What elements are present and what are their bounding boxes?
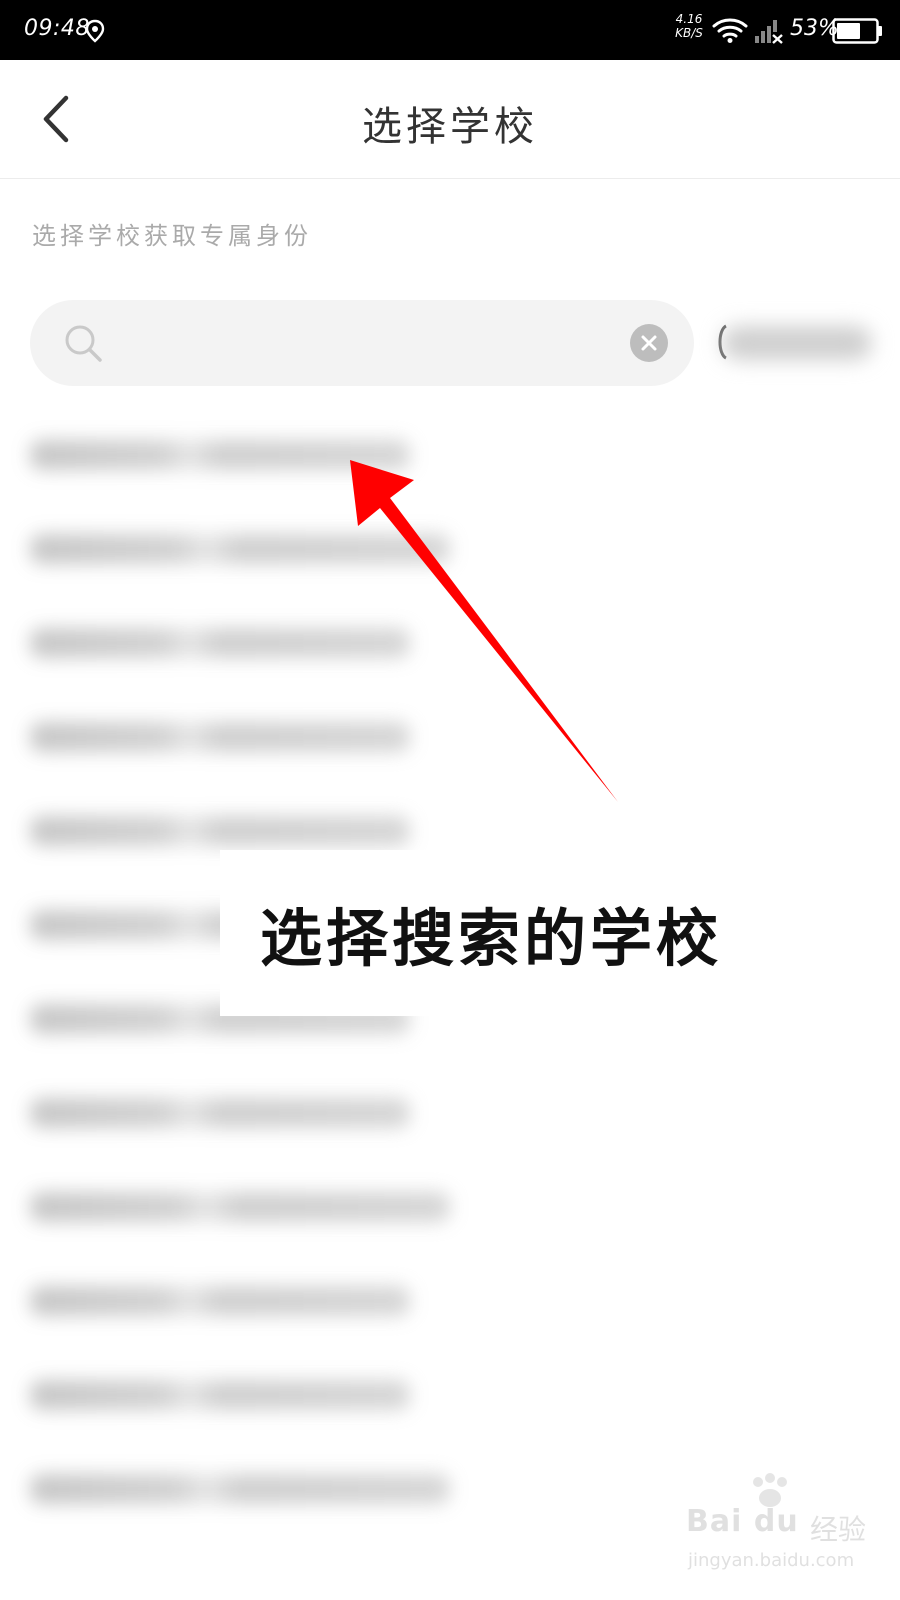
school-result-item[interactable] [0, 1350, 900, 1444]
clear-icon [641, 335, 657, 351]
school-name-blurred [30, 1474, 450, 1504]
network-speed: 4.16 KB/S [672, 12, 706, 40]
location-icon [85, 19, 105, 43]
school-result-item[interactable] [0, 1256, 900, 1350]
school-name-blurred [30, 440, 410, 470]
school-result-item[interactable] [0, 1068, 900, 1162]
page-title: 选择学校 [362, 104, 538, 150]
school-result-item[interactable] [0, 598, 900, 692]
baidu-jingyan-watermark: Bai du 经验 jingyan.baidu.com [686, 1473, 886, 1590]
school-name-blurred [30, 1192, 450, 1222]
status-time: 09:48 [24, 16, 90, 41]
school-result-item[interactable] [0, 692, 900, 786]
school-name-blurred [30, 1098, 410, 1128]
school-name-blurred [30, 534, 450, 564]
clear-search-button[interactable] [630, 324, 668, 362]
watermark-brand: Bai du [686, 1504, 799, 1539]
school-result-item[interactable] [0, 504, 900, 598]
watermark-url: jingyan.baidu.com [688, 1550, 855, 1571]
search-action-button[interactable] [712, 312, 880, 374]
battery-icon [832, 18, 882, 44]
annotation-text: 选择搜索的学校 [260, 902, 723, 975]
network-speed-value: 4.16 [675, 12, 703, 26]
subtitle-hint: 选择学校获取专属身份 [32, 222, 312, 250]
school-name-blurred [30, 1380, 410, 1410]
school-name-blurred [30, 722, 410, 752]
network-speed-unit: KB/S [675, 26, 703, 40]
watermark-brand-sub: 经验 [810, 1513, 867, 1546]
search-input[interactable] [110, 312, 384, 376]
wifi-icon [712, 18, 748, 43]
annotation-callout: 选择搜索的学校 [220, 850, 756, 1016]
search-box[interactable] [30, 300, 694, 386]
status-bar: 09:48 4.16 KB/S 53% [0, 0, 900, 60]
school-name-blurred [30, 1286, 410, 1316]
school-result-item[interactable] [0, 410, 900, 504]
search-action-label-blurred [722, 326, 872, 360]
header-bar: 选择学校 [0, 60, 900, 179]
school-name-blurred [30, 816, 410, 846]
school-result-item[interactable] [0, 1162, 900, 1256]
school-name-blurred [30, 628, 410, 658]
search-icon [65, 325, 102, 362]
cellular-signal-icon [755, 20, 783, 44]
